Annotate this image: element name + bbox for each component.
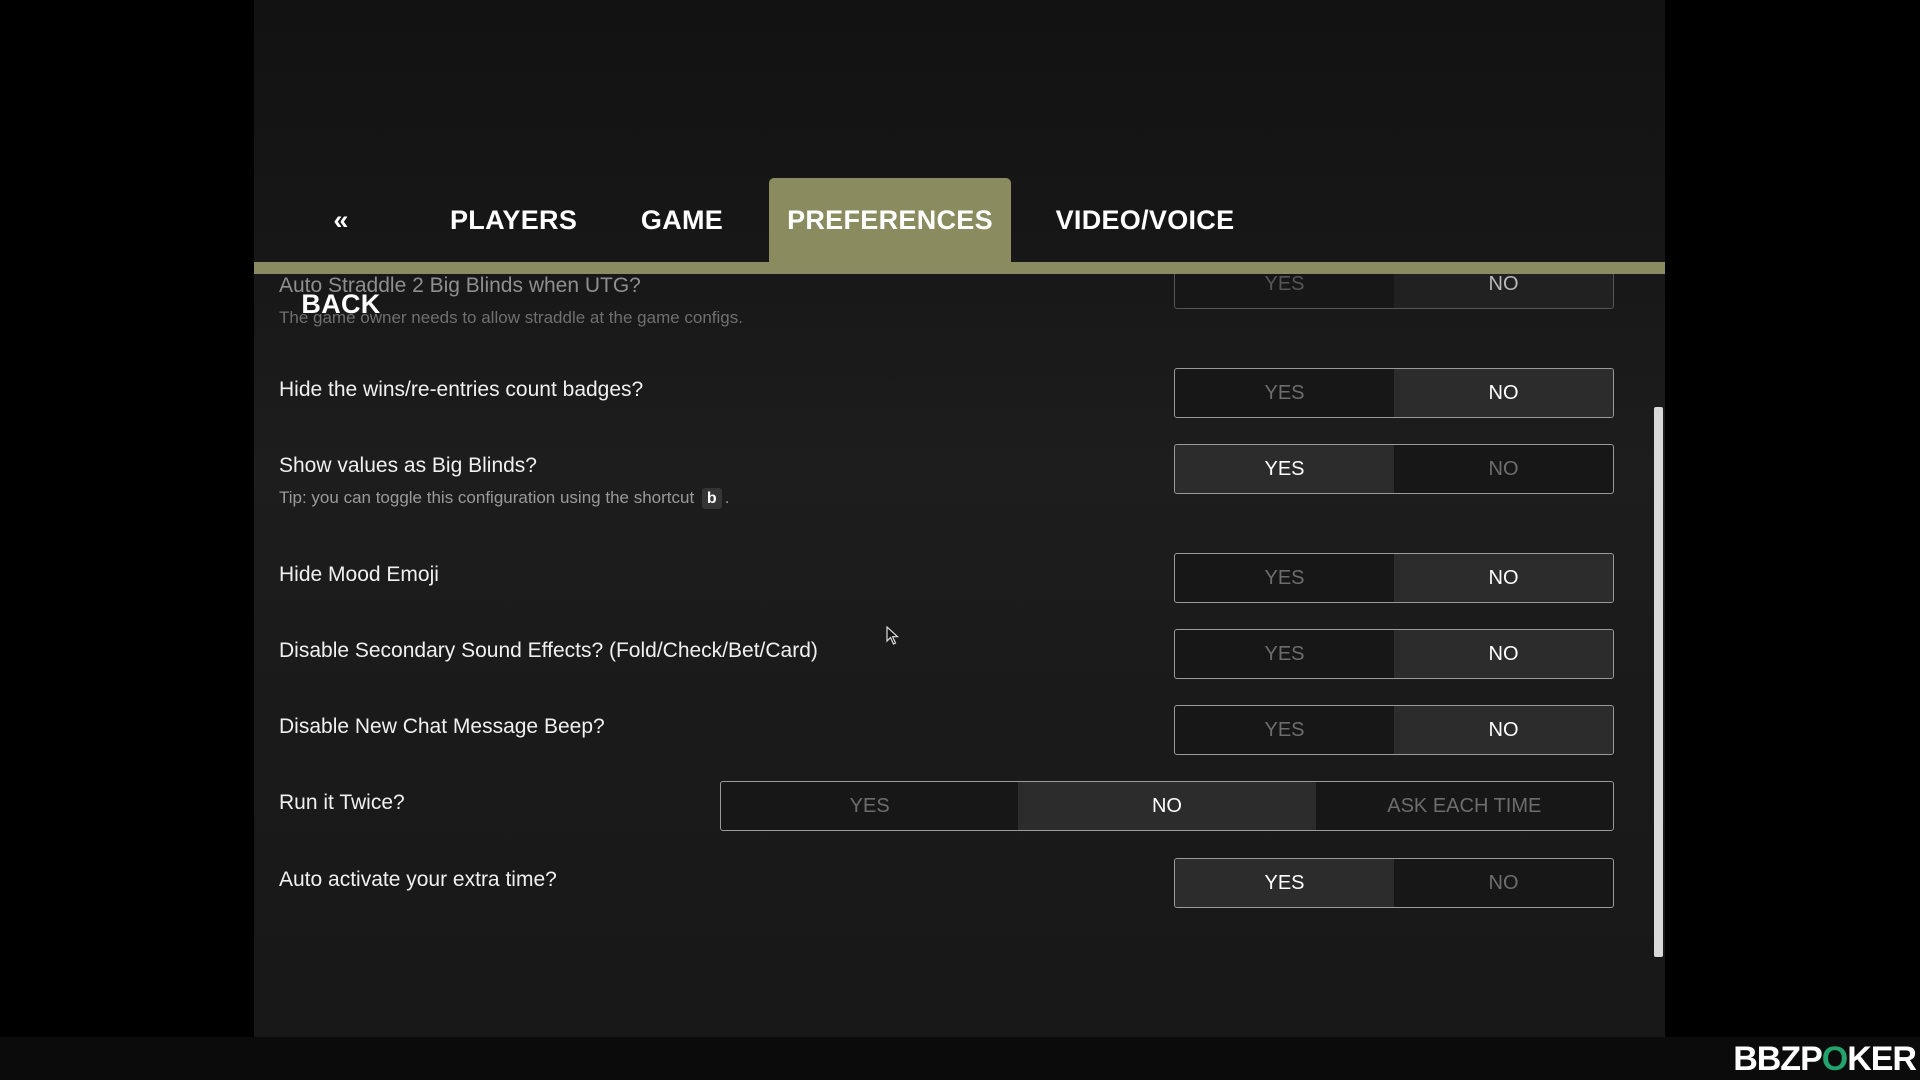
back-button[interactable]: « BACK	[291, 178, 391, 319]
option-no[interactable]: NO	[1394, 706, 1613, 754]
option-no[interactable]: NO	[1394, 859, 1613, 907]
setting-question: Disable Secondary Sound Effects? (Fold/C…	[279, 639, 818, 662]
logo-poker-chip-icon: O	[1821, 1040, 1848, 1078]
yes-no-toggle[interactable]: YES NO	[1174, 444, 1614, 494]
setting-question: Auto Straddle 2 Big Blinds when UTG?	[279, 274, 641, 297]
setting-big-blinds: Show values as Big Blinds? Tip: you can …	[254, 444, 1651, 524]
bbzpoker-logo: BBZPOKER	[1733, 1040, 1917, 1078]
yes-no-toggle[interactable]: YES NO	[1174, 705, 1614, 755]
setting-question: Hide the wins/re-entries count badges?	[279, 378, 644, 401]
mouse-cursor-icon	[886, 626, 900, 645]
bottom-strip	[0, 1037, 1920, 1080]
setting-question: Show values as Big Blinds?	[279, 454, 537, 477]
option-no[interactable]: NO	[1394, 554, 1613, 602]
option-ask-each-time[interactable]: ASK EACH TIME	[1316, 782, 1613, 830]
shortcut-key: b	[701, 488, 722, 509]
scrollbar[interactable]	[1654, 407, 1663, 957]
yes-no-toggle[interactable]: YES NO	[1174, 629, 1614, 679]
settings-list: Auto Straddle 2 Big Blinds when UTG? The…	[254, 274, 1651, 964]
setting-question: Hide Mood Emoji	[279, 563, 439, 586]
option-yes[interactable]: YES	[1175, 630, 1394, 678]
setting-question: Auto activate your extra time?	[279, 868, 557, 891]
setting-chat-beep: Disable New Chat Message Beep? YES NO	[254, 705, 1651, 757]
hint-suffix: .	[724, 488, 730, 507]
tab-video-voice[interactable]: VIDEO/VOICE	[1050, 178, 1240, 262]
setting-hint: The game owner needs to allow straddle a…	[279, 308, 743, 327]
setting-hide-mood-emoji: Hide Mood Emoji YES NO	[254, 553, 1651, 605]
yes-no-toggle[interactable]: YES NO	[1174, 274, 1614, 309]
option-no[interactable]: NO	[1394, 369, 1613, 417]
option-yes[interactable]: YES	[1175, 445, 1394, 493]
setting-sound-effects: Disable Secondary Sound Effects? (Fold/C…	[254, 629, 1651, 681]
setting-hint: Tip: you can toggle this configuration u…	[279, 488, 729, 509]
tab-players[interactable]: PLAYERS	[450, 178, 577, 262]
setting-question: Disable New Chat Message Beep?	[279, 715, 605, 738]
setting-extra-time: Auto activate your extra time? YES NO	[254, 858, 1651, 910]
option-yes[interactable]: YES	[1175, 859, 1394, 907]
option-no[interactable]: NO	[1018, 782, 1316, 830]
option-yes[interactable]: YES	[721, 782, 1018, 830]
hint-text: Tip: you can toggle this configuration u…	[279, 488, 695, 507]
option-no[interactable]: NO	[1394, 274, 1613, 308]
run-it-twice-toggle[interactable]: YES NO ASK EACH TIME	[720, 781, 1614, 831]
option-yes[interactable]: YES	[1175, 369, 1394, 417]
option-yes[interactable]: YES	[1175, 274, 1394, 308]
logo-text-end: KER	[1847, 1040, 1917, 1078]
tab-preferences[interactable]: PREFERENCES	[769, 178, 1011, 262]
option-yes[interactable]: YES	[1175, 706, 1394, 754]
option-no[interactable]: NO	[1394, 630, 1613, 678]
yes-no-toggle[interactable]: YES NO	[1174, 553, 1614, 603]
yes-no-toggle[interactable]: YES NO	[1174, 858, 1614, 908]
setting-hide-badges: Hide the wins/re-entries count badges? Y…	[254, 368, 1651, 420]
setting-auto-straddle: Auto Straddle 2 Big Blinds when UTG? The…	[254, 274, 1651, 334]
tab-underline	[254, 262, 1665, 274]
setting-question: Run it Twice?	[279, 791, 405, 814]
tab-bar: « BACK PLAYERS GAME PREFERENCES VIDEO/VO…	[254, 178, 1665, 319]
logo-text: BBZP	[1733, 1040, 1823, 1078]
option-yes[interactable]: YES	[1175, 554, 1394, 602]
tab-game[interactable]: GAME	[632, 178, 732, 262]
option-no[interactable]: NO	[1394, 445, 1613, 493]
yes-no-toggle[interactable]: YES NO	[1174, 368, 1614, 418]
setting-run-it-twice: Run it Twice? YES NO ASK EACH TIME	[254, 781, 1651, 833]
